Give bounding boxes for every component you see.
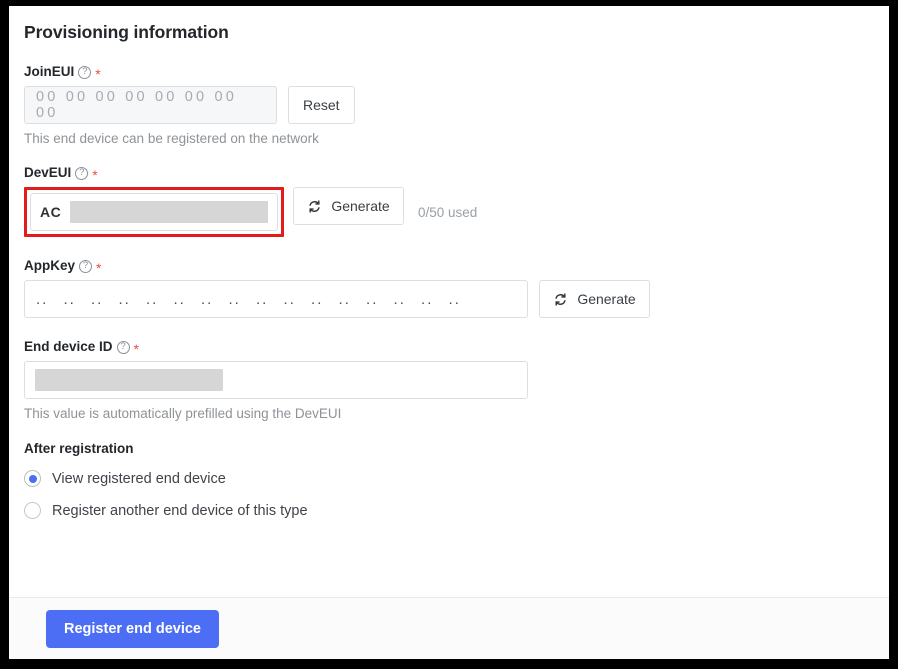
radio-label: View registered end device xyxy=(52,470,226,487)
field-app-key: AppKey ? * .. .. .. .. .. .. .. .. .. ..… xyxy=(24,259,889,318)
radio-view-registered-end-device[interactable]: View registered end device xyxy=(24,470,889,487)
dev-eui-generate-button[interactable]: Generate xyxy=(293,187,404,225)
required-asterisk: * xyxy=(133,341,139,357)
dev-eui-generate-label: Generate xyxy=(331,198,390,214)
join-eui-label: JoinEUI ? * xyxy=(24,64,889,82)
refresh-icon xyxy=(553,292,568,307)
reset-button[interactable]: Reset xyxy=(288,86,355,124)
join-eui-hint: This end device can be registered on the… xyxy=(24,131,319,146)
field-end-device-id: End device ID ? * This value is automati… xyxy=(24,340,889,421)
provisioning-page: Provisioning information JoinEUI ? * 00 … xyxy=(9,6,889,659)
end-device-id-hint: This value is automatically prefilled us… xyxy=(24,406,342,421)
dev-eui-usage-counter: 0/50 used xyxy=(418,204,478,220)
page-title: Provisioning information xyxy=(24,22,229,42)
dev-eui-label: DevEUI ? * xyxy=(24,165,889,183)
dev-eui-row: AC Generate 0/50 used xyxy=(24,187,889,237)
register-end-device-button[interactable]: Register end device xyxy=(46,609,219,648)
join-eui-input[interactable]: 00 00 00 00 00 00 00 00 xyxy=(24,86,277,124)
end-device-id-label-text: End device ID xyxy=(24,339,113,355)
app-key-generate-label: Generate xyxy=(577,291,636,307)
required-asterisk: * xyxy=(92,167,98,183)
radio-button-icon-selected[interactable] xyxy=(24,470,41,487)
required-asterisk: * xyxy=(96,260,102,276)
field-dev-eui: DevEUI ? * AC Generate 0/50 used xyxy=(24,166,889,237)
after-registration-title: After registration xyxy=(24,441,134,456)
dev-eui-label-text: DevEUI xyxy=(24,165,72,181)
radio-register-another-end-device[interactable]: Register another end device of this type xyxy=(24,502,889,519)
app-key-generate-button[interactable]: Generate xyxy=(539,280,650,318)
end-device-id-input[interactable] xyxy=(24,361,528,399)
dev-eui-prefix: AC xyxy=(40,204,62,220)
field-join-eui: JoinEUI ? * 00 00 00 00 00 00 00 00 Rese… xyxy=(24,65,889,146)
join-eui-label-text: JoinEUI xyxy=(24,64,75,80)
end-device-id-row xyxy=(24,361,889,399)
radio-label: Register another end device of this type xyxy=(52,502,308,519)
page-content: Provisioning information JoinEUI ? * 00 … xyxy=(9,6,889,519)
app-key-input[interactable]: .. .. .. .. .. .. .. .. .. .. .. .. .. .… xyxy=(24,280,528,318)
refresh-icon xyxy=(307,199,322,214)
end-device-id-label: End device ID ? * xyxy=(24,339,889,357)
help-circle-icon[interactable]: ? xyxy=(75,166,89,180)
dev-eui-input[interactable]: AC xyxy=(30,193,278,231)
end-device-id-redacted-value xyxy=(35,369,223,391)
app-key-row: .. .. .. .. .. .. .. .. .. .. .. .. .. .… xyxy=(24,280,889,318)
app-key-label: AppKey ? * xyxy=(24,258,889,276)
help-circle-icon[interactable]: ? xyxy=(78,65,92,79)
form-footer: Register end device xyxy=(9,597,889,659)
help-circle-icon[interactable]: ? xyxy=(116,340,130,354)
app-key-value: .. .. .. .. .. .. .. .. .. .. .. .. .. .… xyxy=(36,290,461,308)
radio-button-icon-unselected[interactable] xyxy=(24,502,41,519)
dev-eui-redacted-value xyxy=(70,201,268,223)
app-key-label-text: AppKey xyxy=(24,258,76,274)
required-asterisk: * xyxy=(95,66,101,82)
screenshot-root: Provisioning information JoinEUI ? * 00 … xyxy=(0,0,898,669)
dev-eui-highlight-box: AC xyxy=(24,187,284,237)
after-registration-group: After registration View registered end d… xyxy=(24,441,889,519)
join-eui-row: 00 00 00 00 00 00 00 00 Reset xyxy=(24,86,889,124)
help-circle-icon[interactable]: ? xyxy=(79,259,93,273)
